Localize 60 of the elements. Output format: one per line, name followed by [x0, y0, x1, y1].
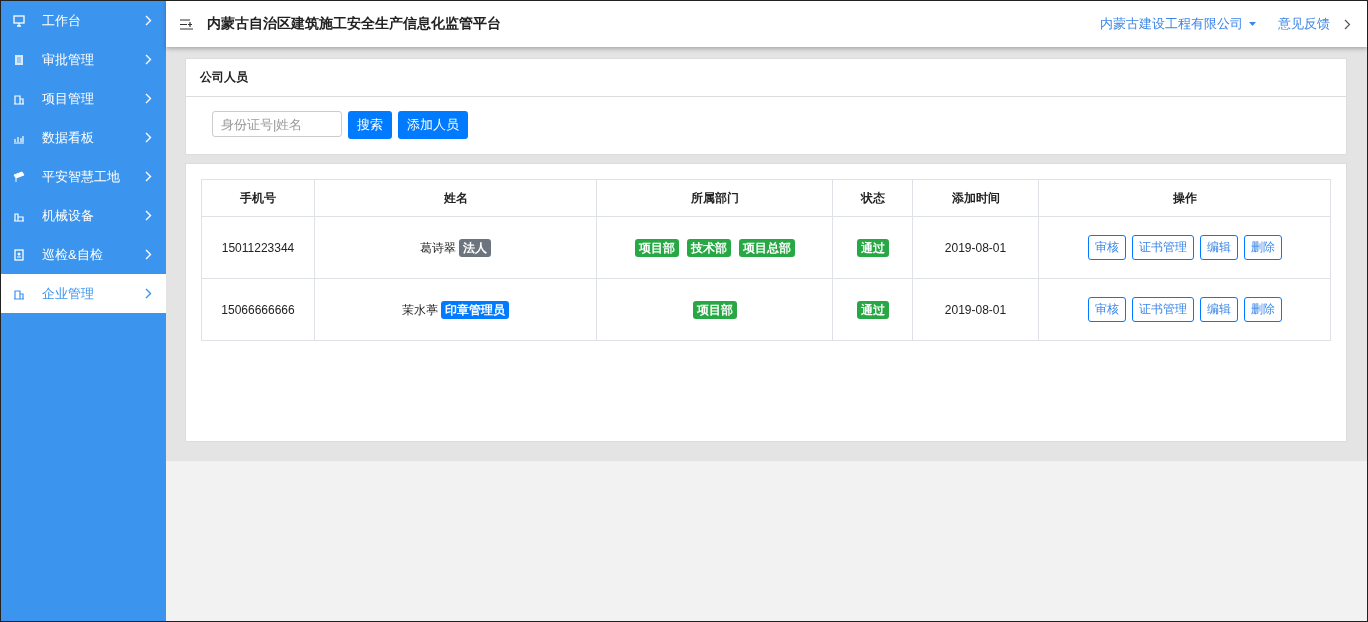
panel-title: 公司人员	[186, 59, 1346, 97]
certificate-button[interactable]: 证书管理	[1131, 297, 1194, 322]
search-button[interactable]: 搜索	[348, 111, 392, 139]
edit-button[interactable]: 编辑	[1199, 297, 1238, 322]
status-tag: 通过	[856, 300, 889, 319]
caret-icon	[1249, 22, 1256, 26]
sidebar-item[interactable]: 巡检&自检	[1, 235, 166, 274]
page-title: 内蒙古自治区建筑施工安全生产信息化监管平台	[207, 15, 502, 33]
feedback-link[interactable]: 意见反馈	[1278, 15, 1330, 33]
status-tag: 通过	[856, 238, 889, 257]
department-tag: 技术部	[686, 238, 731, 257]
review-button[interactable]: 审核	[1087, 235, 1126, 260]
column-header: 操作	[1038, 179, 1331, 217]
sidebar-item[interactable]: 机械设备	[1, 196, 166, 235]
department-tag: 项目部	[634, 238, 679, 257]
chevron-right-icon	[145, 210, 152, 221]
department-tag: 项目总部	[738, 238, 795, 257]
document-icon	[13, 53, 25, 66]
review-button[interactable]: 审核	[1087, 297, 1126, 322]
chevron-right-icon	[145, 54, 152, 65]
chevron-right-icon	[145, 93, 152, 104]
person-name: 葛诗翠	[420, 240, 456, 255]
building-icon	[13, 92, 25, 105]
delete-button[interactable]: 删除	[1243, 235, 1282, 260]
table-cell: 2019-08-01	[912, 216, 1039, 279]
add-person-button[interactable]: 添加人员	[398, 111, 468, 139]
chevron-right-icon	[1344, 18, 1351, 30]
column-header: 姓名	[314, 179, 597, 217]
delete-button[interactable]: 删除	[1243, 297, 1282, 322]
chevron-right-icon	[145, 249, 152, 260]
chevron-right-icon	[145, 132, 152, 143]
person-name: 茉水葶	[402, 302, 438, 317]
column-header: 所属部门	[596, 179, 833, 217]
certificate-button[interactable]: 证书管理	[1131, 235, 1194, 260]
role-tag: 印章管理员	[441, 300, 509, 319]
chevron-right-icon	[145, 288, 152, 299]
sidebar-item[interactable]: 工作台	[1, 1, 166, 40]
column-header: 手机号	[201, 179, 315, 217]
menu-icon	[180, 18, 193, 30]
sidebar-item[interactable]: 数据看板	[1, 118, 166, 157]
camera-icon	[13, 170, 25, 183]
table-cell: 15011223344	[201, 216, 315, 279]
edit-button[interactable]: 编辑	[1199, 235, 1238, 260]
column-header: 状态	[832, 179, 913, 217]
sidebar-item[interactable]: 审批管理	[1, 40, 166, 79]
role-tag: 法人	[459, 238, 491, 257]
sidebar-item[interactable]: 平安智慧工地	[1, 157, 166, 196]
column-header: 添加时间	[912, 179, 1039, 217]
building-icon	[13, 287, 25, 300]
clipboard-icon	[13, 248, 25, 261]
table-cell: 2019-08-01	[912, 278, 1039, 341]
company-dropdown[interactable]: 内蒙古建设工程有限公司	[1100, 15, 1256, 33]
sidebar-item[interactable]: 企业管理	[1, 274, 166, 313]
chevron-right-icon	[145, 15, 152, 26]
sidebar-item[interactable]: 项目管理	[1, 79, 166, 118]
department-tag: 项目部	[692, 300, 737, 319]
monitor-icon	[13, 14, 25, 27]
search-field[interactable]: 身份证号|姓名	[212, 111, 342, 137]
chevron-right-icon	[145, 171, 152, 182]
table-cell: 15066666666	[201, 278, 315, 341]
